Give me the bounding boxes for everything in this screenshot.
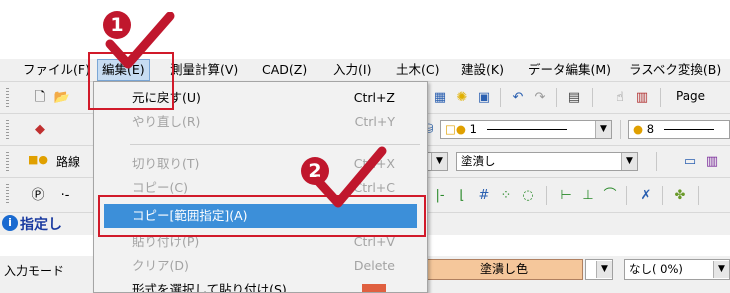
snap-arc-icon[interactable]: ⌒ <box>600 186 620 205</box>
toolbar-grip[interactable] <box>6 152 9 171</box>
color-combo[interactable]: ● 8 <box>628 120 730 139</box>
toolbar-grip[interactable] <box>6 88 9 107</box>
table-icon[interactable]: ▥ <box>632 88 652 107</box>
toolbar-grip[interactable] <box>6 120 9 139</box>
clear-shortcut: Delete <box>353 258 395 273</box>
chevron-down-icon[interactable]: ▼ <box>595 121 611 138</box>
menu-file[interactable]: ファイル(F) <box>23 59 90 81</box>
snap-line-icon[interactable]: |- <box>430 186 450 205</box>
road-label[interactable]: 路線 <box>56 153 80 170</box>
fill-color-swatch[interactable]: 塗潰し色 <box>425 259 583 280</box>
menu-accent-swatch <box>362 284 386 292</box>
snap-grid-icon[interactable]: # <box>474 186 494 205</box>
separator <box>662 186 663 205</box>
fill-combo-value: 塗潰し <box>461 154 496 168</box>
chevron-down-icon[interactable]: ▼ <box>596 261 612 278</box>
menu-civil[interactable]: 土木(C) <box>396 59 439 81</box>
cut-label: 切り取り(T) <box>132 156 200 171</box>
bulb-icon[interactable]: ✺ <box>452 88 472 107</box>
separator <box>556 88 557 107</box>
separator <box>660 88 661 107</box>
zoom-window-icon[interactable]: ▣ <box>474 88 494 107</box>
snap-attr-icon[interactable]: ✤ <box>670 186 690 205</box>
separator <box>620 120 621 139</box>
grid-icon[interactable]: ▦ <box>430 88 450 107</box>
menu-item-redo[interactable]: やり直し(R) Ctrl+Y <box>94 110 427 134</box>
toolbar-grip[interactable] <box>6 184 9 203</box>
clear-label: クリア(D) <box>132 258 189 273</box>
separator <box>626 186 627 205</box>
redo-label: やり直し(R) <box>132 114 201 129</box>
snap-cross-icon[interactable]: ✗ <box>636 186 656 205</box>
open-folder-icon[interactable]: 📂 <box>52 88 72 107</box>
color-value: 8 <box>646 122 655 136</box>
menu-raster-vector[interactable]: ラスベク変換(B) <box>629 59 721 81</box>
redo-shortcut: Ctrl+Y <box>354 114 395 129</box>
color-icon: ● <box>633 122 644 136</box>
panel-icon[interactable]: ▥ <box>702 152 722 171</box>
menu-input[interactable]: 入力(I) <box>333 59 371 81</box>
snap-point-icon[interactable]: ⁘ <box>496 186 516 205</box>
paste-special-label: 形式を選択して貼り付け(S) <box>132 282 287 293</box>
separator <box>546 186 547 205</box>
separator <box>500 88 501 107</box>
fill-dropdown[interactable]: ▼ <box>585 259 613 280</box>
undo-icon[interactable]: ↶ <box>508 88 528 107</box>
menu-survey[interactable]: 測量計算(V) <box>170 59 238 81</box>
layer-value: 1 <box>469 122 477 136</box>
separator <box>698 186 699 205</box>
layer-line <box>486 129 567 130</box>
snap-offset-icon[interactable]: ⊢ <box>556 186 576 205</box>
opacity-combo[interactable]: なし( 0%) ▼ <box>624 259 730 280</box>
fill-combo[interactable]: 塗潰し ▼ <box>456 152 638 171</box>
separator <box>656 152 657 171</box>
chevron-down-icon[interactable]: ▼ <box>713 261 729 278</box>
new-file-icon[interactable]: 🗋 <box>30 88 50 107</box>
opacity-value: なし( 0%) <box>629 262 683 276</box>
layer-icon: □● <box>445 122 466 136</box>
fill-color-label: 塗潰し色 <box>479 262 528 276</box>
checkmark-icon <box>105 12 175 69</box>
snap-perp-icon[interactable]: ⊥ <box>578 186 598 205</box>
chevron-down-icon[interactable]: ▼ <box>621 153 637 170</box>
color-line <box>663 129 714 130</box>
p-mode-icon[interactable]: Ⓟ <box>28 186 48 205</box>
menu-building[interactable]: 建設(K) <box>461 59 504 81</box>
snap-circle-icon[interactable]: ◌ <box>518 186 538 205</box>
info-label: 指定し <box>20 217 62 233</box>
menu-item-clear[interactable]: クリア(D) Delete <box>94 254 427 278</box>
chevron-down-icon[interactable]: ▼ <box>431 153 447 170</box>
redo-icon[interactable]: ↷ <box>530 88 550 107</box>
info-icon: i <box>2 215 18 231</box>
separator <box>592 88 593 107</box>
menu-cad[interactable]: CAD(Z) <box>262 59 307 81</box>
road-layer-icon[interactable]: ■● <box>28 153 48 166</box>
pointer-icon[interactable]: ☝ <box>610 88 630 107</box>
dash-icon[interactable]: ·- <box>55 186 75 205</box>
eraser-icon[interactable]: ◆ <box>30 120 50 139</box>
snap-corner-icon[interactable]: ⌊ <box>452 186 472 205</box>
checkmark-icon <box>313 146 387 208</box>
page-label[interactable]: Page <box>676 89 705 103</box>
menu-data-edit[interactable]: データ編集(M) <box>528 59 611 81</box>
properties-icon[interactable]: ▤ <box>564 88 584 107</box>
undo-shortcut: Ctrl+Z <box>353 90 395 105</box>
input-mode-label: 入力モード <box>4 264 65 278</box>
layer-combo[interactable]: □● 1 ▼ <box>440 120 612 139</box>
window-icon[interactable]: ▭ <box>680 152 700 171</box>
